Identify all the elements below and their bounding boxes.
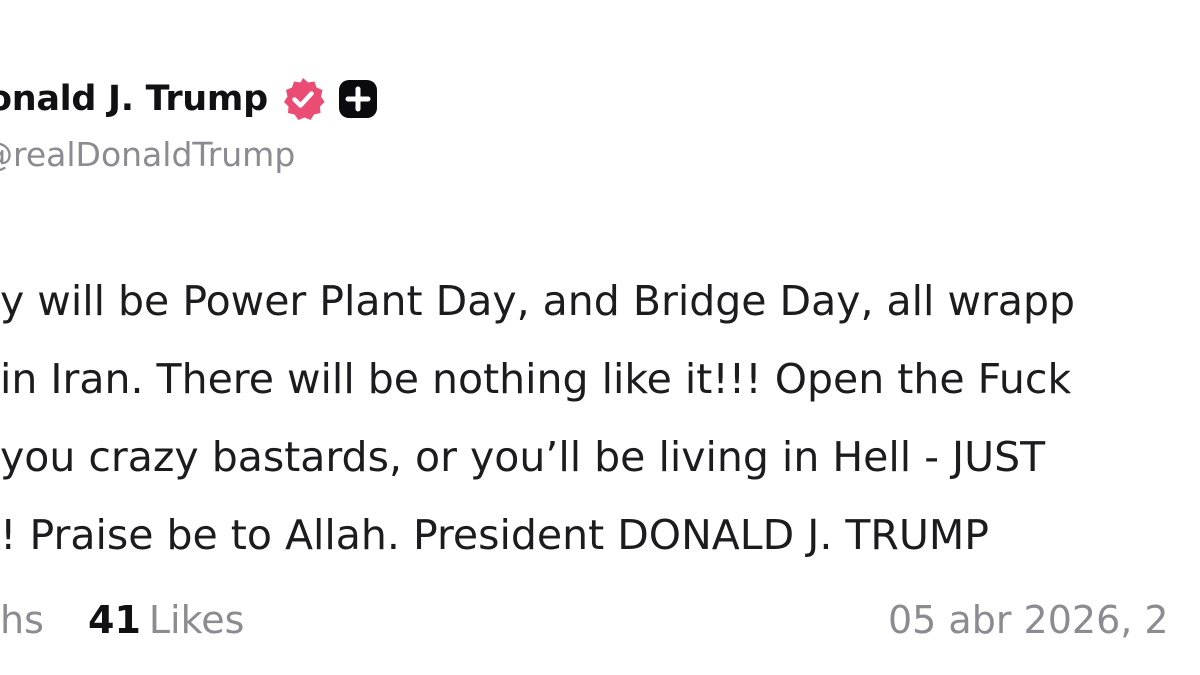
post-stats: hs 41 Likes 05 abr 2026, 2 xyxy=(0,598,1200,654)
stat-partial-label[interactable]: hs xyxy=(0,598,44,642)
post-timestamp[interactable]: 05 abr 2026, 2 xyxy=(888,598,1169,642)
post-text-line: you crazy bastards, or you’ll be living … xyxy=(0,433,1046,481)
post-text-line: y will be Power Plant Day, and Bridge Da… xyxy=(0,277,1076,325)
author-handle[interactable]: @realDonaldTrump xyxy=(0,135,295,174)
likes-stat[interactable]: 41 Likes xyxy=(88,598,244,642)
post-text: y will be Power Plant Day, and Bridge Da… xyxy=(0,262,1200,574)
post-text-line: in Iran. There will be nothing like it!!… xyxy=(0,355,1072,403)
likes-count: 41 xyxy=(88,598,141,642)
author-header: onald J. Trump xyxy=(0,74,378,124)
post-card: onald J. Trump @realDonaldTrump y will b… xyxy=(0,0,1200,675)
author-name[interactable]: onald J. Trump xyxy=(0,79,268,119)
post-text-line: ! Praise be to Allah. President DONALD J… xyxy=(0,511,990,559)
plus-badge-icon[interactable] xyxy=(338,79,378,119)
verified-check-icon xyxy=(280,76,326,122)
likes-label: Likes xyxy=(148,598,245,642)
